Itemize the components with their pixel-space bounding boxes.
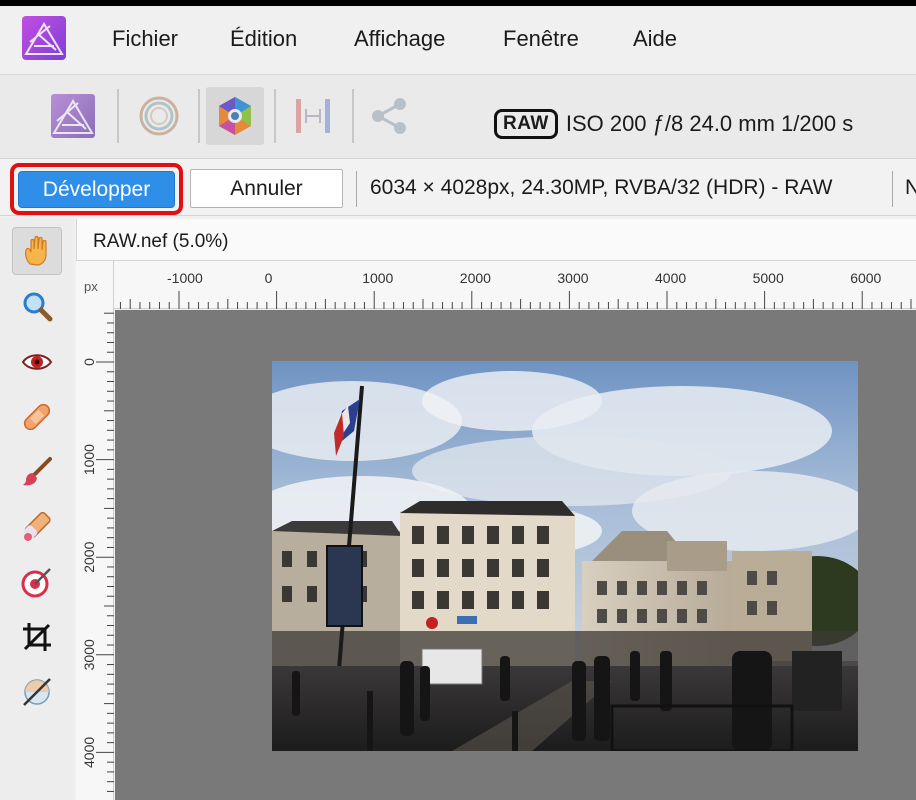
white-balance-tool[interactable] xyxy=(12,668,62,716)
blemish-tool[interactable] xyxy=(12,393,62,441)
app-window: Fichier Édition Affichage Fenêtre Aide R… xyxy=(0,6,916,800)
menu-bar: Fichier Édition Affichage Fenêtre Aide xyxy=(0,6,916,74)
document-canvas[interactable] xyxy=(115,310,916,800)
paintbrush-icon xyxy=(23,457,52,486)
magnifier-icon xyxy=(23,292,53,322)
crop-icon xyxy=(23,623,51,651)
document-info: 6034 × 4028px, 24.30MP, RVBA/32 (HDR) - … xyxy=(370,176,833,199)
paris-street-photo xyxy=(272,361,858,751)
develop-button[interactable]: Développer xyxy=(18,171,175,208)
zoom-tool[interactable] xyxy=(12,283,62,331)
hand-icon xyxy=(25,235,47,266)
menu-affichage[interactable]: Affichage xyxy=(354,26,445,52)
context-toolbar: Développer Annuler 6034 × 4028px, 24.30M… xyxy=(0,158,916,216)
raw-exif-info: RAW ISO 200 ƒ/8 24.0 mm 1/200 s xyxy=(494,109,853,139)
erase-tool[interactable] xyxy=(12,503,62,551)
toolbar-separator xyxy=(198,89,200,143)
menu-edition[interactable]: Édition xyxy=(230,26,297,52)
menu-fichier[interactable]: Fichier xyxy=(112,26,178,52)
document-tab[interactable]: RAW.nef (5.0%) xyxy=(76,219,916,261)
affinity-photo-logo-icon xyxy=(22,16,66,60)
vertical-ruler[interactable]: 0 1000 2000 3000 4000 xyxy=(76,261,114,800)
red-eye-icon xyxy=(21,354,53,370)
vertical-ruler-scale: 0 1000 2000 3000 4000 xyxy=(81,312,114,792)
ruler-label: 1000 xyxy=(81,444,97,475)
ruler-label: 6000 xyxy=(850,270,881,286)
tools-panel xyxy=(0,217,74,800)
ruler-label: 0 xyxy=(81,358,97,366)
context-separator xyxy=(892,171,893,207)
export-persona-button[interactable] xyxy=(360,87,418,145)
tone-mapping-persona-icon xyxy=(296,99,330,133)
target-icon xyxy=(21,568,51,598)
white-balance-icon xyxy=(23,678,51,706)
liquify-persona-button[interactable] xyxy=(130,87,188,145)
photo-persona-icon xyxy=(51,94,95,138)
view-tool[interactable] xyxy=(12,227,62,275)
toolbar-separator xyxy=(117,89,119,143)
ruler-unit-label: px xyxy=(84,279,98,294)
menu-aide[interactable]: Aide xyxy=(633,26,677,52)
raw-badge: RAW xyxy=(494,109,558,139)
develop-persona-button[interactable] xyxy=(206,87,264,145)
ruler-label: 0 xyxy=(265,270,273,286)
photo-persona-button[interactable] xyxy=(44,87,102,145)
ruler-label: 3000 xyxy=(557,270,588,286)
horizontal-ruler[interactable]: -1000 0 1000 2000 3000 4000 5000 6000 xyxy=(114,261,916,309)
cancel-button[interactable]: Annuler xyxy=(190,169,343,208)
develop-persona-icon xyxy=(219,97,251,135)
context-separator xyxy=(356,171,357,207)
menu-fenetre[interactable]: Fenêtre xyxy=(503,26,579,52)
bandage-icon xyxy=(23,403,51,431)
exif-text: ISO 200 ƒ/8 24.0 mm 1/200 s xyxy=(565,111,854,136)
ruler-label: 4000 xyxy=(655,270,686,286)
document-title: RAW.nef (5.0%) xyxy=(93,231,229,252)
ruler-label: 1000 xyxy=(362,270,393,286)
ruler-label: 5000 xyxy=(753,270,784,286)
eraser-icon xyxy=(24,511,51,541)
persona-toolbar: RAW ISO 200 ƒ/8 24.0 mm 1/200 s xyxy=(0,74,916,158)
ruler-label: 2000 xyxy=(81,541,97,572)
gradient-tool[interactable] xyxy=(12,558,62,606)
ruler-label: -1000 xyxy=(167,270,203,286)
tone-mapping-persona-button[interactable] xyxy=(284,87,342,145)
toolbar-separator xyxy=(352,89,354,143)
ruler-label: 4000 xyxy=(81,737,97,768)
brush-tool[interactable] xyxy=(12,448,62,496)
ruler-label: 3000 xyxy=(81,639,97,670)
document-info-overflow: N xyxy=(905,176,916,199)
liquify-persona-icon xyxy=(139,96,179,136)
horizontal-ruler-scale: -1000 0 1000 2000 3000 4000 5000 6000 xyxy=(119,270,912,309)
toolbar-separator xyxy=(274,89,276,143)
share-icon xyxy=(372,98,406,134)
crop-tool[interactable] xyxy=(12,613,62,661)
red-eye-tool[interactable] xyxy=(12,338,62,386)
raw-photo xyxy=(272,361,858,751)
ruler-label: 2000 xyxy=(460,270,491,286)
